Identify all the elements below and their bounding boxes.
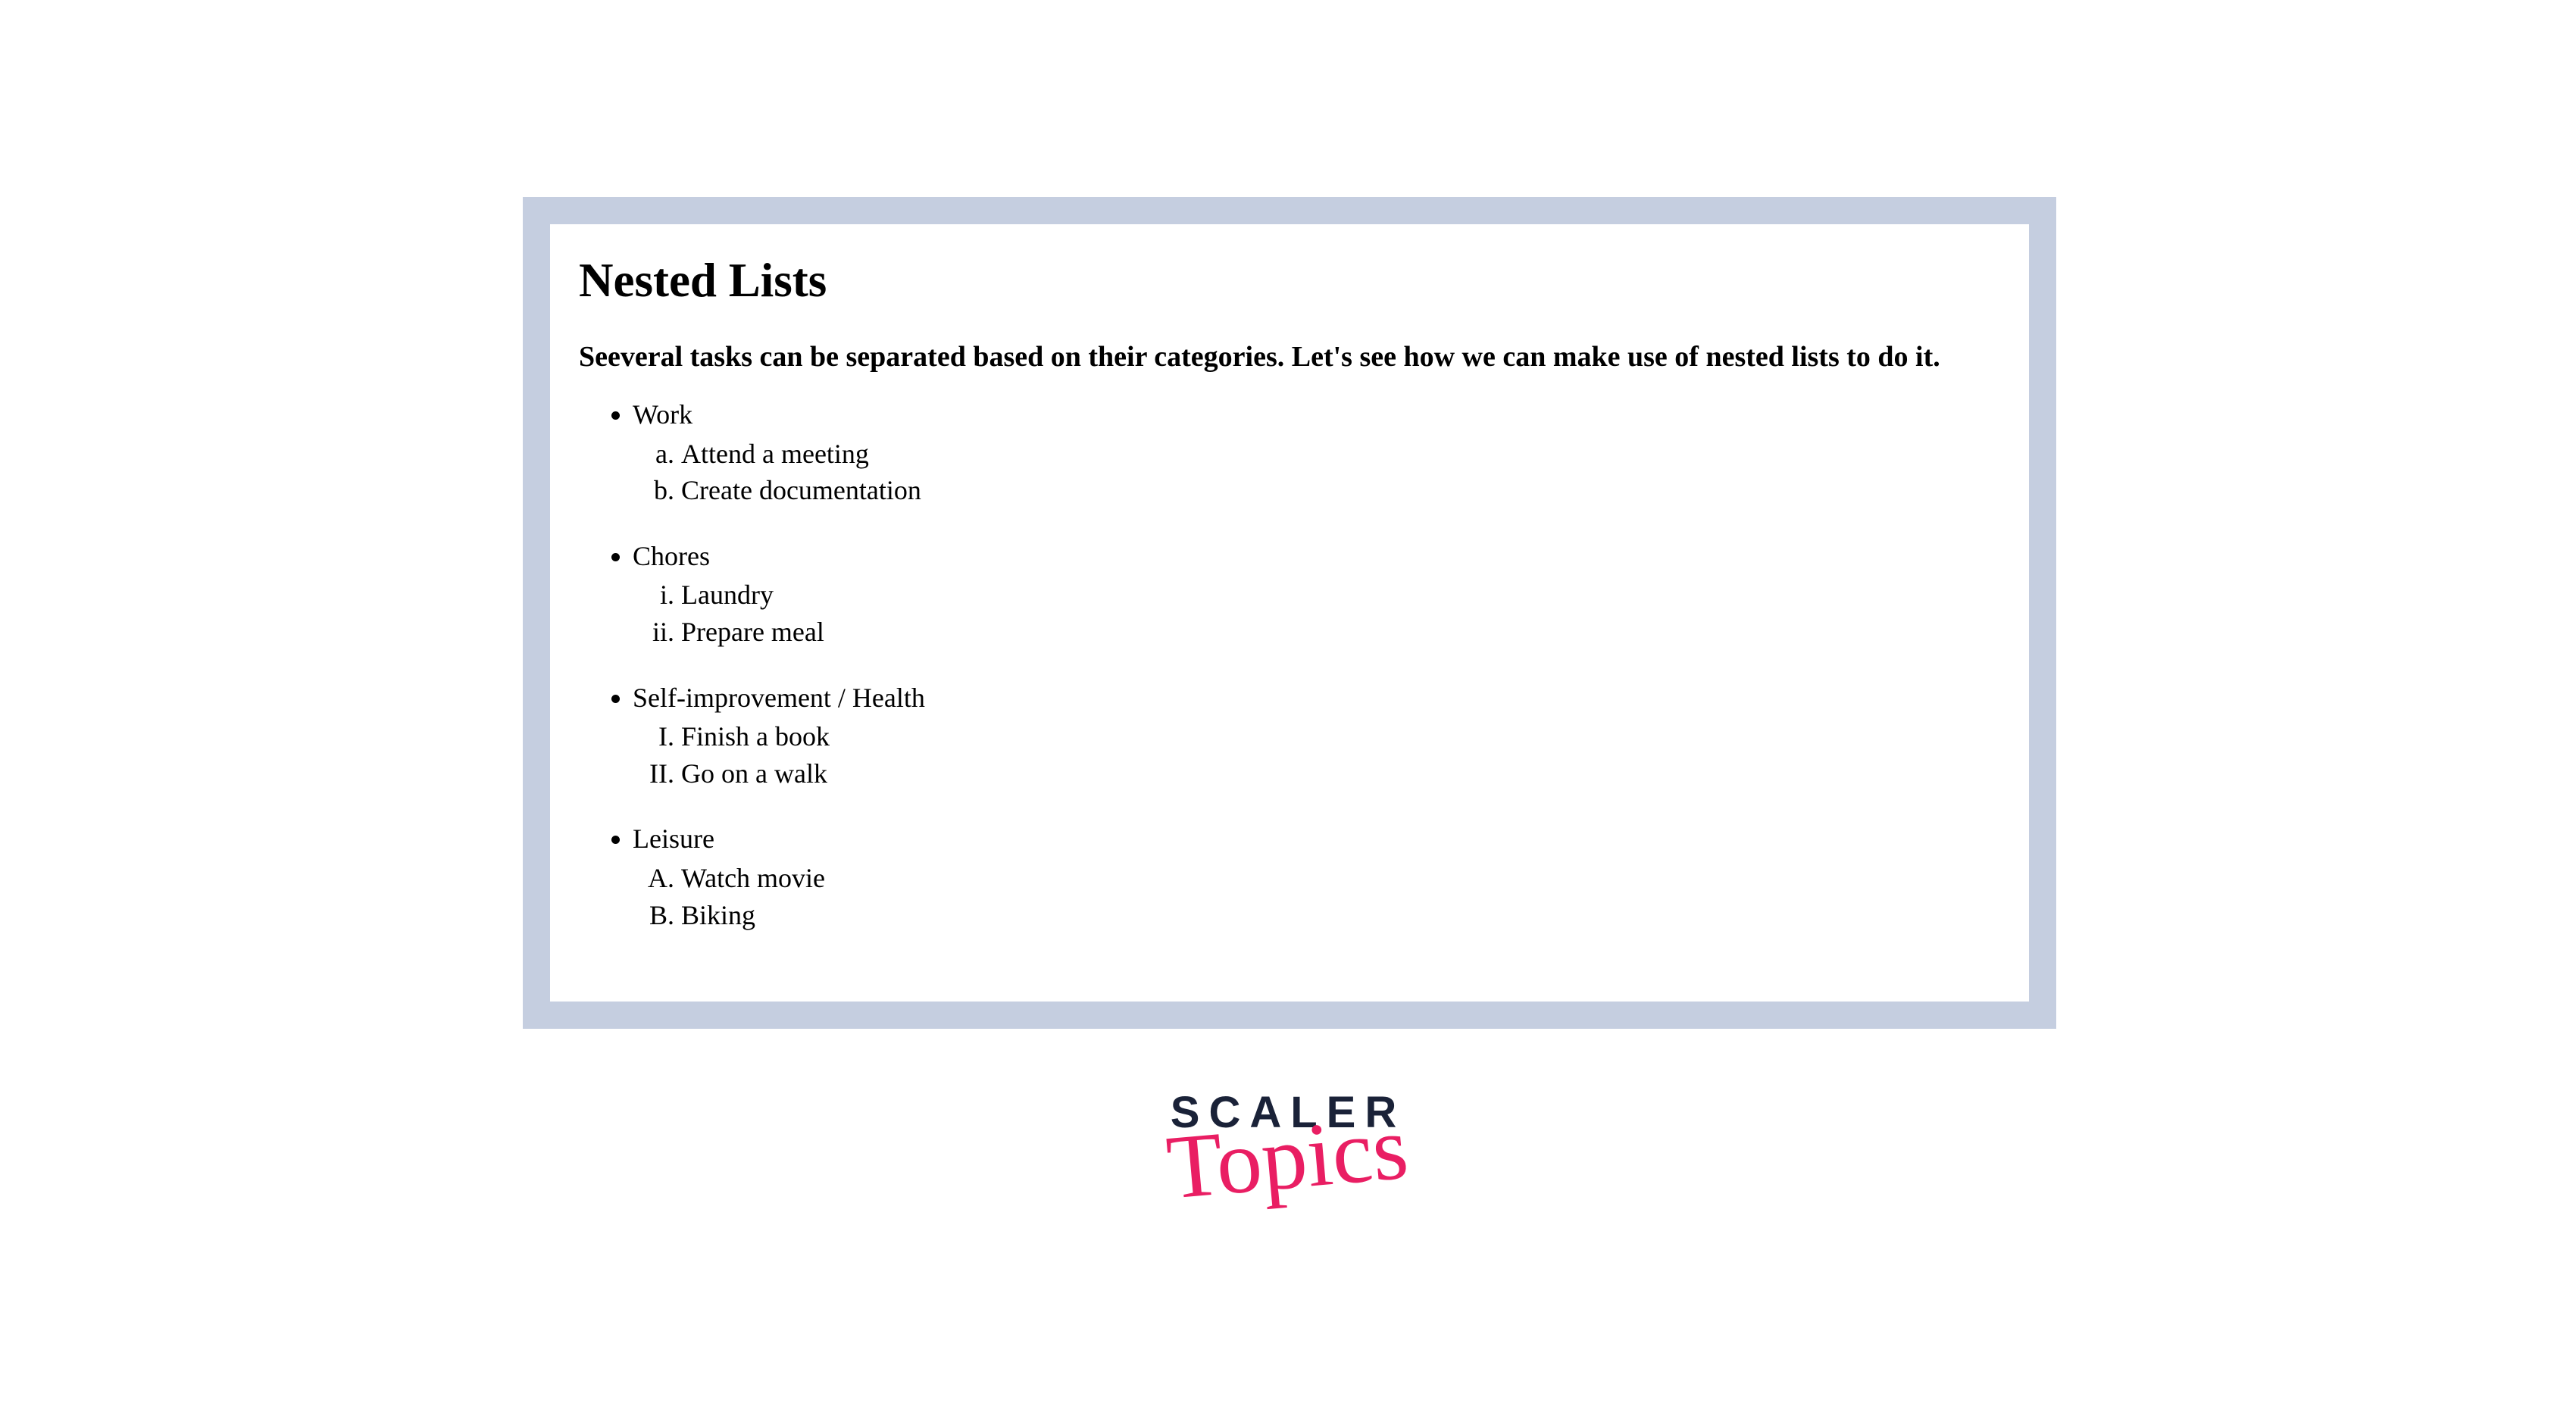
list-item: Laundry xyxy=(681,577,1991,614)
list-item: Watch movie xyxy=(681,860,1991,897)
category-name: Work xyxy=(633,399,692,430)
logo-text-topics: Topics xyxy=(1164,1111,1410,1204)
document-frame: Nested Lists Seeveral tasks can be separ… xyxy=(523,197,2056,1029)
category-name: Leisure xyxy=(633,823,714,854)
list-item: Self-improvement / Health Finish a book … xyxy=(633,680,1991,792)
list-item: Chores Laundry Prepare meal xyxy=(633,538,1991,651)
category-list: Work Attend a meeting Create documentati… xyxy=(568,396,1991,933)
list-item: Go on a walk xyxy=(681,755,1991,792)
list-item: Leisure Watch movie Biking xyxy=(633,820,1991,933)
nested-list: Finish a book Go on a walk xyxy=(633,718,1991,792)
list-item: Attend a meeting xyxy=(681,436,1991,473)
list-item: Finish a book xyxy=(681,718,1991,755)
page-subtitle: Seeveral tasks can be separated based on… xyxy=(579,340,1991,373)
category-name: Chores xyxy=(633,541,710,571)
list-item: Prepare meal xyxy=(681,614,1991,651)
list-item: Work Attend a meeting Create documentati… xyxy=(633,396,1991,509)
page-title: Nested Lists xyxy=(579,253,1991,308)
nested-list: Attend a meeting Create documentation xyxy=(633,436,1991,509)
nested-list: Laundry Prepare meal xyxy=(633,577,1991,650)
document-body: Nested Lists Seeveral tasks can be separ… xyxy=(550,224,2029,1002)
nested-list: Watch movie Biking xyxy=(633,860,1991,933)
brand-logo: SCALER Topics xyxy=(1168,1091,1408,1202)
list-item: Create documentation xyxy=(681,472,1991,509)
category-name: Self-improvement / Health xyxy=(633,683,925,713)
list-item: Biking xyxy=(681,897,1991,934)
